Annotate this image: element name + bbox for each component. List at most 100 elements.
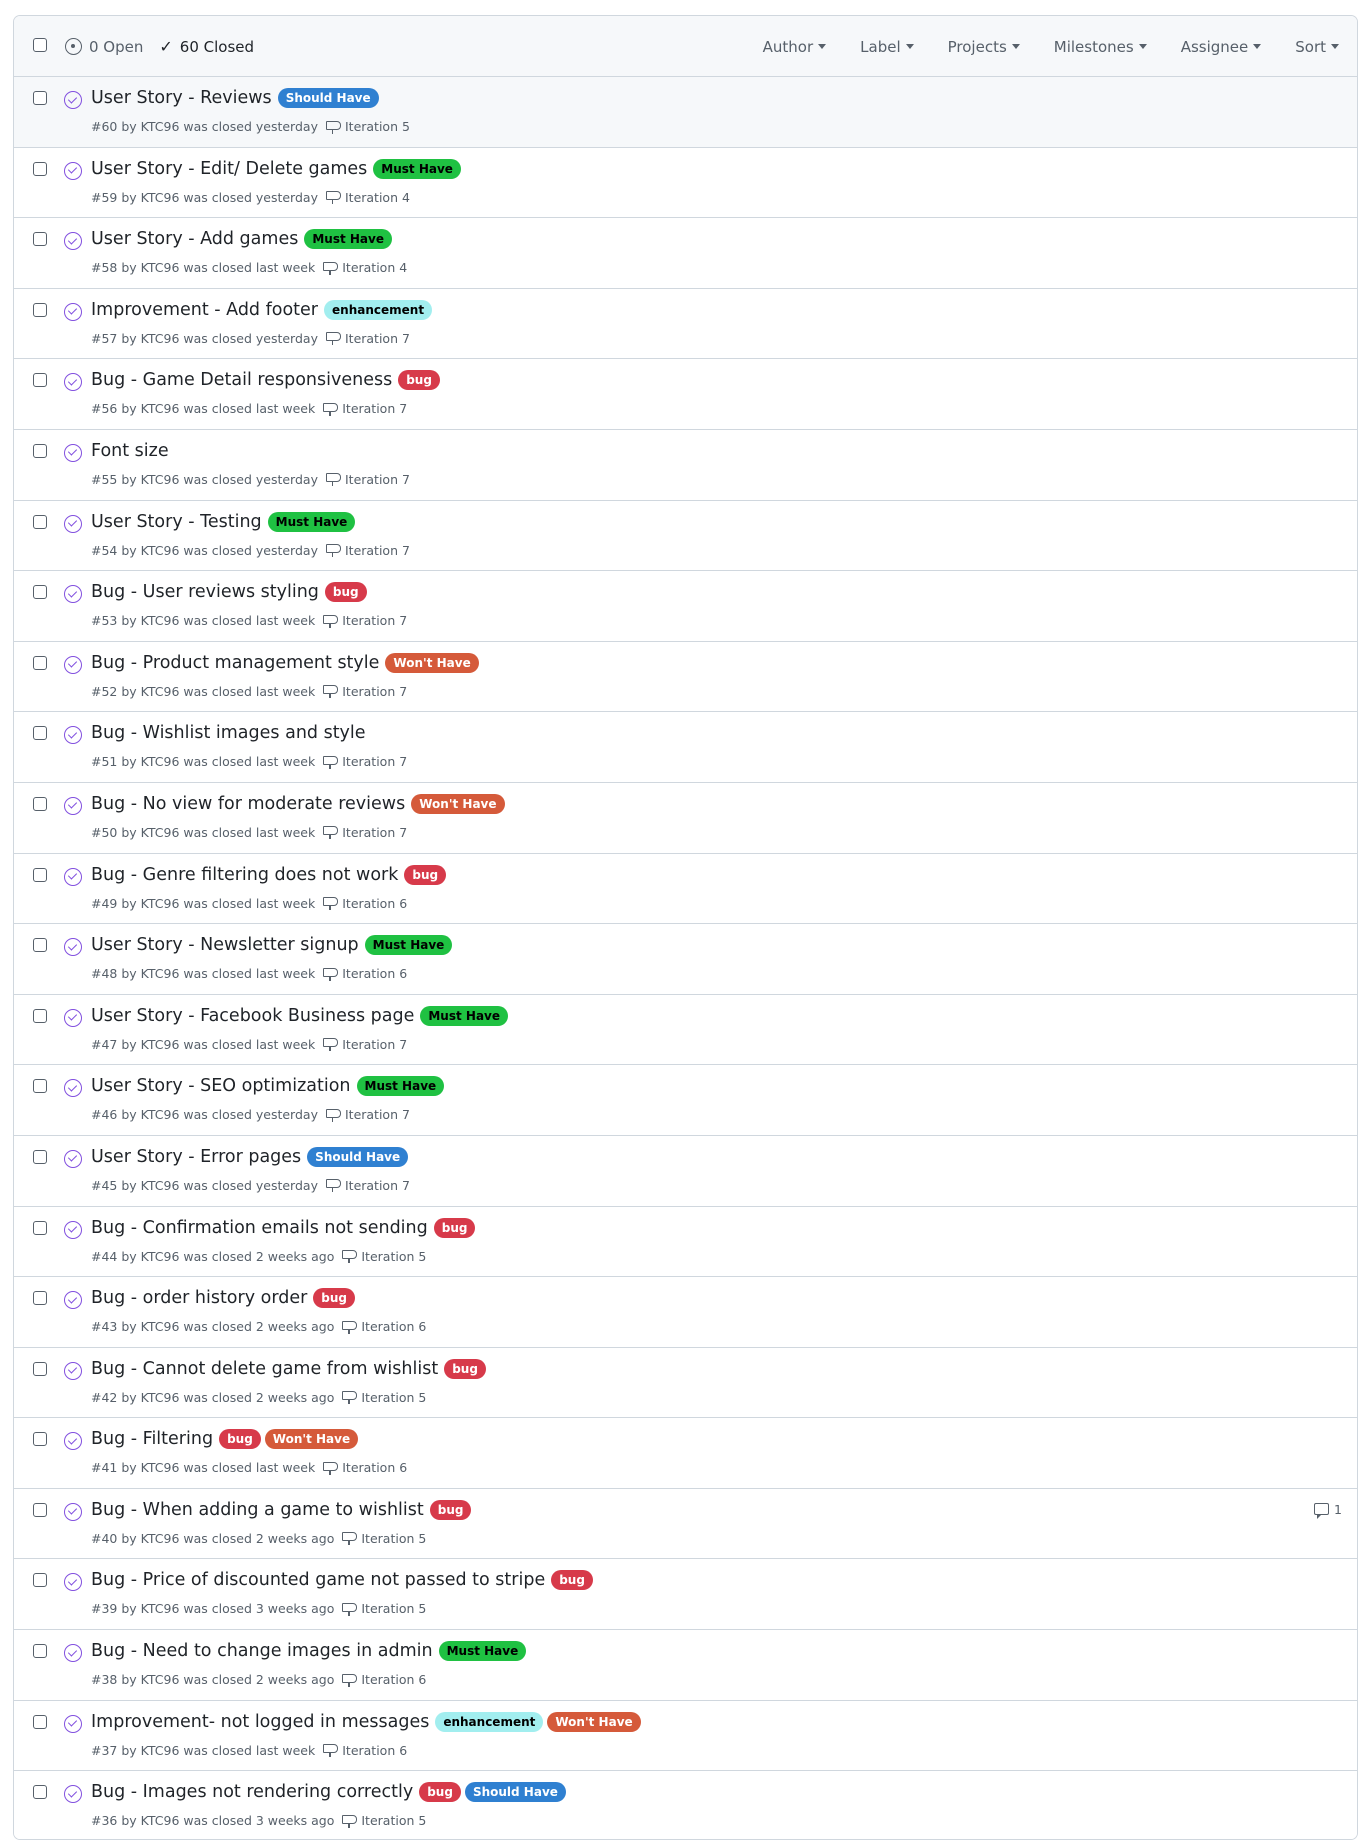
issue-label[interactable]: bug bbox=[404, 864, 447, 885]
issue-title-link[interactable]: Bug - Genre filtering does not work bbox=[91, 865, 398, 885]
issue-row[interactable]: User Story - SEO optimization Must Have #4… bbox=[14, 1065, 1357, 1136]
issue-checkbox[interactable] bbox=[33, 1644, 47, 1659]
issue-row[interactable]: User Story - Facebook Business page Must … bbox=[14, 994, 1357, 1066]
issue-checkbox[interactable] bbox=[33, 867, 47, 882]
issue-milestone-link[interactable]: Iteration 6 bbox=[322, 1460, 407, 1475]
issue-milestone-link[interactable]: Iteration 7 bbox=[325, 1107, 410, 1122]
issue-milestone-link[interactable]: Iteration 6 bbox=[322, 966, 407, 981]
issue-title-link[interactable]: User Story - Error pages bbox=[91, 1147, 301, 1167]
issue-label[interactable]: enhancement bbox=[435, 1711, 544, 1732]
issue-title-link[interactable]: Bug - Game Detail responsiveness bbox=[91, 370, 392, 390]
issue-milestone-link[interactable]: Iteration 7 bbox=[322, 613, 407, 628]
issue-label[interactable]: bug bbox=[551, 1570, 593, 1591]
issue-row[interactable]: Bug - When adding a game to wishlist bug #… bbox=[14, 1488, 1357, 1560]
issue-row[interactable]: Bug - Images not rendering correctly bug S… bbox=[14, 1771, 1357, 1839]
filter-label[interactable]: Label bbox=[860, 38, 914, 56]
issue-row[interactable]: Bug - Product management style Won't Have… bbox=[14, 641, 1357, 713]
issue-title-link[interactable]: Bug - Confirmation emails not sending bbox=[91, 1218, 428, 1238]
issue-checkbox[interactable] bbox=[33, 1361, 47, 1376]
issue-milestone-link[interactable]: Iteration 5 bbox=[341, 1813, 426, 1828]
issue-title-link[interactable]: User Story - Facebook Business page bbox=[91, 1006, 414, 1026]
issue-milestone-link[interactable]: Iteration 5 bbox=[341, 1531, 426, 1546]
issue-milestone-link[interactable]: Iteration 5 bbox=[341, 1249, 426, 1264]
issue-checkbox[interactable] bbox=[33, 796, 47, 811]
issue-milestone-link[interactable]: Iteration 7 bbox=[322, 1037, 407, 1052]
issue-row[interactable]: Bug - Game Detail responsiveness bug #56 b… bbox=[14, 359, 1357, 430]
issue-title-link[interactable]: Bug - Filtering bbox=[91, 1429, 213, 1449]
issue-milestone-link[interactable]: Iteration 7 bbox=[325, 1178, 410, 1193]
issue-label[interactable]: Won't Have bbox=[385, 652, 479, 673]
issue-milestone-link[interactable]: Iteration 7 bbox=[322, 825, 407, 840]
issue-label[interactable]: Won't Have bbox=[411, 793, 505, 814]
issue-milestone-link[interactable]: Iteration 5 bbox=[325, 119, 410, 134]
issue-checkbox[interactable] bbox=[33, 232, 47, 247]
issue-label[interactable]: bug bbox=[398, 370, 440, 391]
issue-title-link[interactable]: Improvement- not logged in messages bbox=[91, 1712, 429, 1732]
issue-title-link[interactable]: Font size bbox=[91, 441, 169, 461]
issue-milestone-link[interactable]: Iteration 7 bbox=[325, 472, 410, 487]
issue-checkbox[interactable] bbox=[33, 938, 47, 953]
issue-title-link[interactable]: Bug - Price of discounted game not passe… bbox=[91, 1570, 545, 1590]
issue-label[interactable]: Must Have bbox=[364, 935, 453, 956]
issue-title-link[interactable]: User Story - SEO optimization bbox=[91, 1076, 351, 1096]
issue-label[interactable]: enhancement bbox=[324, 299, 433, 320]
issue-milestone-link[interactable]: Iteration 4 bbox=[322, 260, 407, 275]
issue-title-link[interactable]: Bug - Product management style bbox=[91, 653, 379, 673]
issue-row[interactable]: Improvement - Add footer enhancement #57 b… bbox=[14, 288, 1357, 360]
issue-row[interactable]: Bug - Price of discounted game not passe… bbox=[14, 1559, 1357, 1631]
issue-label[interactable]: Won't Have bbox=[547, 1711, 641, 1732]
issue-title-link[interactable]: Bug - User reviews styling bbox=[91, 582, 319, 602]
issue-label[interactable]: bug bbox=[219, 1429, 261, 1450]
issue-row[interactable]: User Story - Newsletter signup Must Have #… bbox=[14, 924, 1357, 995]
issue-label[interactable]: bug bbox=[419, 1782, 461, 1803]
issue-title-link[interactable]: Improvement - Add footer bbox=[91, 300, 318, 320]
issue-label[interactable]: Must Have bbox=[304, 229, 392, 250]
issue-row[interactable]: Bug - Wishlist images and style #51 by KT… bbox=[14, 712, 1357, 783]
filter-sort[interactable]: Sort bbox=[1295, 38, 1339, 56]
issue-milestone-link[interactable]: Iteration 6 bbox=[341, 1319, 426, 1334]
issue-title-link[interactable]: Bug - Need to change images in admin bbox=[91, 1641, 433, 1661]
issue-checkbox[interactable] bbox=[33, 443, 47, 458]
issue-label[interactable]: Must Have bbox=[267, 511, 356, 532]
issue-label[interactable]: bug bbox=[433, 1217, 476, 1238]
issue-checkbox[interactable] bbox=[33, 1079, 47, 1094]
issue-checkbox[interactable] bbox=[33, 373, 47, 388]
select-all-checkbox[interactable] bbox=[33, 38, 47, 52]
issue-row[interactable]: Font size #55 by KTC96 was closed yesterd… bbox=[14, 429, 1357, 501]
issue-label[interactable]: bug bbox=[324, 582, 367, 603]
issue-label[interactable]: bug bbox=[313, 1288, 356, 1309]
issue-milestone-link[interactable]: Iteration 7 bbox=[322, 684, 407, 699]
issue-label[interactable]: Won't Have bbox=[264, 1429, 359, 1450]
issue-milestone-link[interactable]: Iteration 6 bbox=[341, 1672, 426, 1687]
issue-row[interactable]: Bug - No view for moderate reviews Won't … bbox=[14, 782, 1357, 854]
issue-label[interactable]: Must Have bbox=[438, 1641, 527, 1662]
issue-label[interactable]: Must Have bbox=[373, 158, 461, 179]
issue-checkbox[interactable] bbox=[33, 514, 47, 529]
issue-milestone-link[interactable]: Iteration 7 bbox=[322, 754, 407, 769]
issue-title-link[interactable]: User Story - Reviews bbox=[91, 88, 272, 108]
issue-comments-link[interactable]: 1 bbox=[1314, 1502, 1342, 1520]
issue-row[interactable]: User Story - Testing Must Have #54 by KTC9… bbox=[14, 500, 1357, 572]
issue-checkbox[interactable] bbox=[33, 1573, 47, 1588]
issue-row[interactable]: Bug - Confirmation emails not sending bug… bbox=[14, 1206, 1357, 1278]
issue-title-link[interactable]: Bug - Wishlist images and style bbox=[91, 723, 366, 743]
issue-checkbox[interactable] bbox=[33, 655, 47, 670]
issue-label[interactable]: Should Have bbox=[307, 1146, 409, 1167]
issue-label[interactable]: bug bbox=[429, 1499, 472, 1520]
issue-label[interactable]: bug bbox=[444, 1358, 486, 1379]
issue-label[interactable]: Must Have bbox=[356, 1076, 445, 1097]
issue-label[interactable]: Must Have bbox=[420, 1005, 509, 1026]
open-issues-tab[interactable]: 0 Open bbox=[65, 38, 143, 56]
issue-milestone-link[interactable]: Iteration 7 bbox=[322, 401, 407, 416]
issue-title-link[interactable]: Bug - When adding a game to wishlist bbox=[91, 1500, 424, 1520]
issue-milestone-link[interactable]: Iteration 6 bbox=[322, 896, 407, 911]
issue-title-link[interactable]: User Story - Add games bbox=[91, 229, 298, 249]
issue-title-link[interactable]: User Story - Edit/ Delete games bbox=[91, 159, 367, 179]
issue-row[interactable]: Bug - Filtering bug Won't Have #41 by KTC96… bbox=[14, 1418, 1357, 1489]
issue-row[interactable]: User Story - Edit/ Delete games Must Have… bbox=[14, 147, 1357, 219]
issue-checkbox[interactable] bbox=[33, 1502, 47, 1517]
issue-title-link[interactable]: User Story - Testing bbox=[91, 512, 262, 532]
issue-label[interactable]: Should Have bbox=[464, 1782, 566, 1803]
filter-milestones[interactable]: Milestones bbox=[1054, 38, 1147, 56]
issue-title-link[interactable]: Bug - order history order bbox=[91, 1288, 307, 1308]
